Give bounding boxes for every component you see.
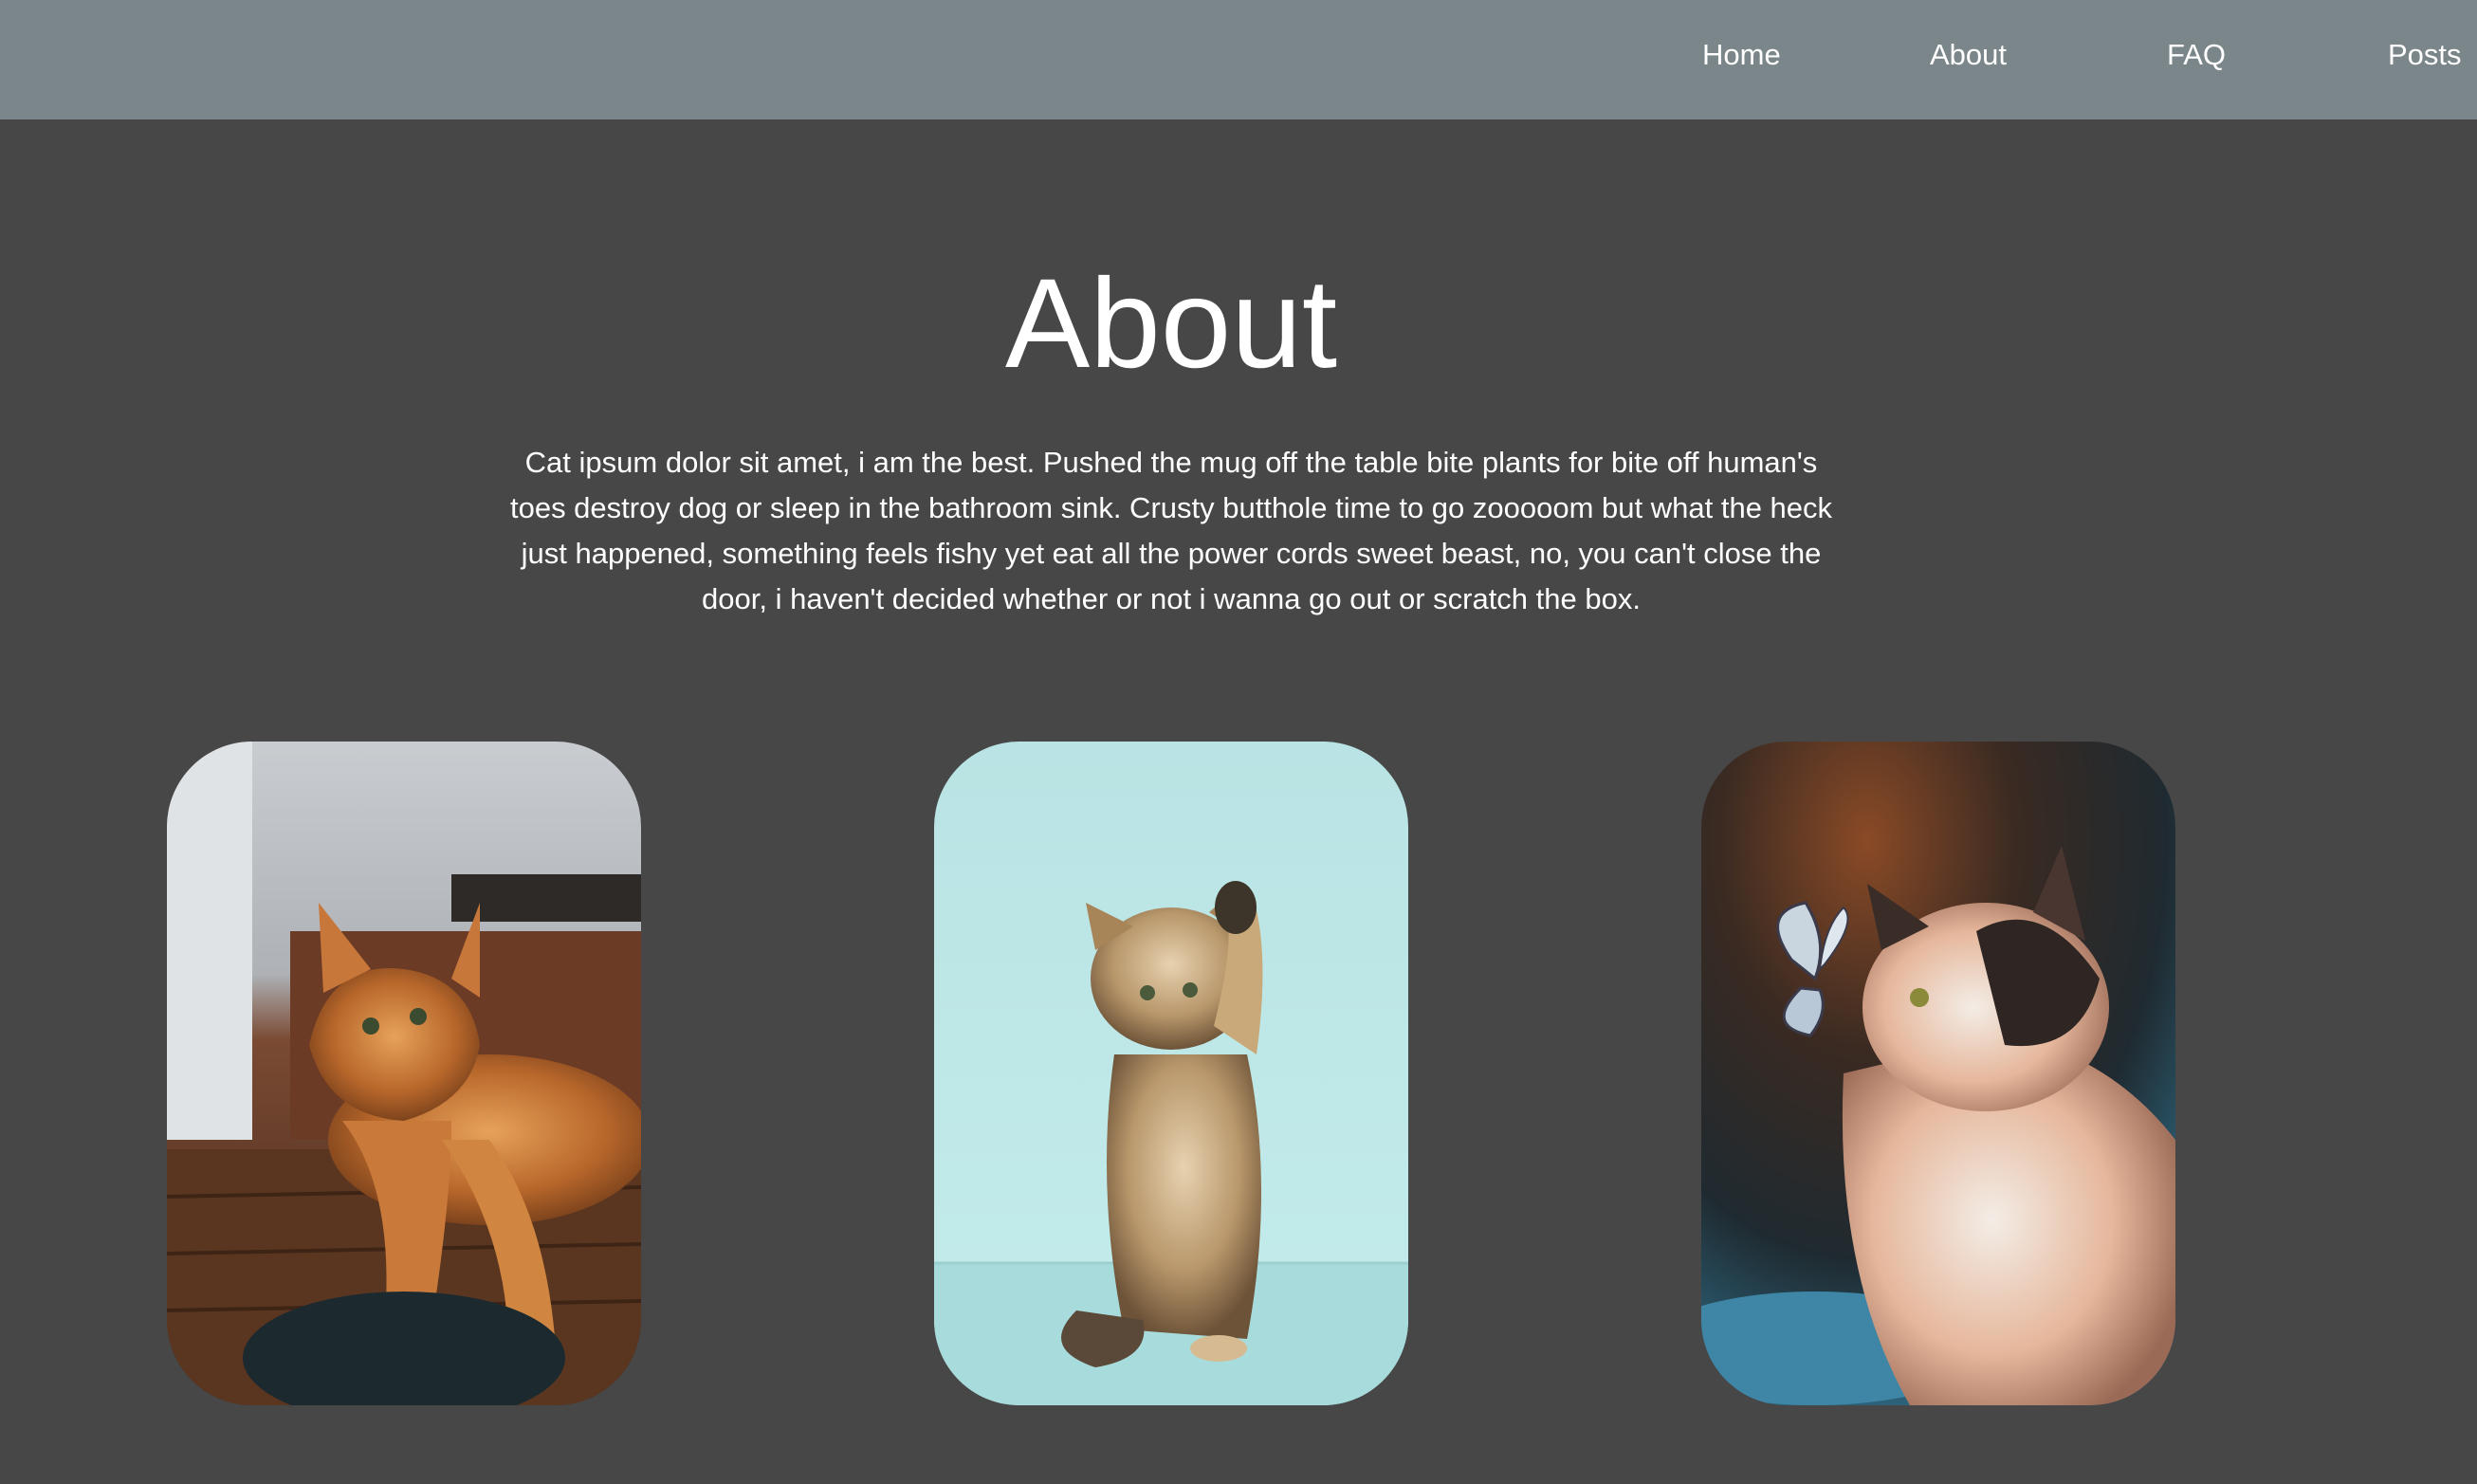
page-title: About xyxy=(1004,253,1338,394)
gallery-image-orange-cat xyxy=(167,742,641,1405)
nav-link-about[interactable]: About xyxy=(1930,34,2007,76)
nav-link-home[interactable]: Home xyxy=(1702,34,1781,76)
gallery-image-kitten-reaching xyxy=(934,742,1408,1405)
gallery-image-cat-with-butterfly xyxy=(1701,742,2175,1405)
nav-link-posts[interactable]: Posts xyxy=(2388,34,2462,76)
intro-paragraph: Cat ipsum dolor sit amet, i am the best.… xyxy=(509,446,1833,615)
top-navbar: Home About FAQ Posts xyxy=(0,0,2477,119)
nav-link-faq[interactable]: FAQ xyxy=(2167,34,2226,76)
